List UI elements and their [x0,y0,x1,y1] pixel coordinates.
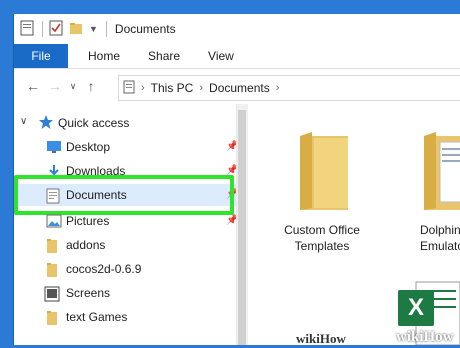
nav-label: addons [66,238,106,252]
tab-home[interactable]: Home [74,44,134,68]
title-separator-2 [105,21,107,37]
nav-label: Desktop [66,140,111,154]
up-arrow-icon[interactable]: ↑ [80,78,102,94]
nav-label: Screens [66,286,111,300]
watermark-logo-2: wikiHow [396,329,454,345]
tab-share[interactable]: Share [134,44,194,68]
folder-icon [294,128,354,215]
window-app-icon [20,20,34,39]
explorer-window: ▼ Documents File Home Share View ← → ∨ ↑… [14,14,460,346]
back-arrow-icon[interactable]: ← [22,78,44,94]
breadcrumb-documents[interactable]: Documents [209,81,270,95]
ribbon-tabs: File Home Share View [14,44,460,69]
nav-item-cocos2d[interactable]: cocos2d-0.6.9 [14,258,236,280]
nav-label: Quick access [58,116,130,130]
nav-label: Documents [66,188,127,202]
nav-item-documents[interactable]: Documents 📌 [14,175,238,215]
nav-item-pictures[interactable]: Pictures 📌 [14,210,238,232]
navigation-pane: ∨ Quick access Desktop 📌 Downloads 📌 Doc… [14,104,238,345]
address-pc-icon [123,80,135,97]
forward-arrow-icon[interactable]: → [44,78,66,94]
file-list-pane: Custom Office Templates Dolphin Emulator… [248,104,460,346]
title-bar: ▼ Documents [14,14,460,44]
document-icon [46,188,60,207]
picture-icon [46,214,62,231]
properties-icon[interactable] [49,20,63,39]
folder-label: Custom Office Templates [284,223,360,253]
folder-icon [422,128,460,215]
nav-label: Downloads [66,164,126,178]
nav-item-text-games[interactable]: text Games [14,306,236,328]
window-title: Documents [114,22,176,36]
breadcrumb-this-pc[interactable]: This PC [151,81,194,95]
download-icon [46,164,62,181]
new-folder-icon[interactable] [69,21,83,38]
nav-item-screens[interactable]: Screens [14,282,236,304]
navigation-bar: ← → ∨ ↑ › This PC › Documents › [14,69,460,103]
nav-label: Pictures [66,214,110,228]
quick-access-dropdown-icon[interactable]: ▼ [89,24,98,34]
star-icon [38,114,54,133]
desktop-icon [46,140,62,157]
folder-icon [46,238,58,257]
tab-view[interactable]: View [194,44,248,68]
nav-quick-access[interactable]: ∨ Quick access [14,112,236,134]
nav-label: text Games [66,310,128,324]
monitor-icon [44,286,60,305]
address-chevron-icon-2[interactable]: › [199,82,203,94]
nav-item-desktop[interactable]: Desktop 📌 [14,136,238,158]
tab-file[interactable]: File [14,44,68,68]
recent-locations-chevron-icon[interactable]: ∨ [66,81,80,92]
title-separator [42,21,43,37]
folder-icon [46,310,58,329]
address-bar[interactable]: › This PC › Documents › [118,75,460,101]
address-chevron-icon[interactable]: › [141,82,145,94]
nav-item-addons[interactable]: addons [14,234,236,256]
excel-icon-letter: X [407,294,424,321]
folder-icon [46,262,58,281]
nav-item-downloads[interactable]: Downloads 📌 [14,160,238,182]
collapse-chevron-icon[interactable]: ∨ [20,116,27,127]
nav-label: cocos2d-0.6.9 [66,262,142,276]
nav-pane-scroll-thumb[interactable] [238,110,246,345]
address-chevron-icon-3[interactable]: › [276,82,280,94]
folder-label: Dolphin Emulator [420,223,460,253]
